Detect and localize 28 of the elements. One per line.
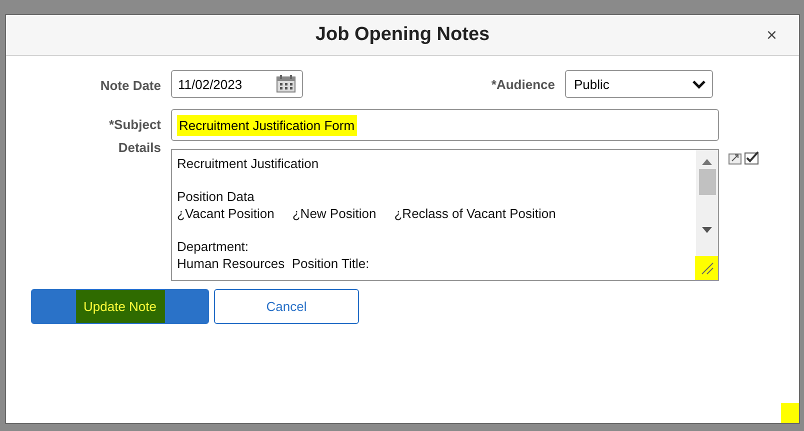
scroll-thumb[interactable] (698, 169, 716, 195)
calendar-icon[interactable] (276, 75, 296, 93)
resize-grip[interactable] (695, 256, 718, 280)
date-value: 11/02/2023 (178, 76, 242, 92)
update-button[interactable]: Update Note (31, 289, 209, 324)
details-paragraph: Recruitment Justification (177, 156, 320, 173)
details-field[interactable]: Recruitment Justification Position Data ¿Vacant Position ¿New Position ¿Reclass of Vacant Position Department: Human Resources Position Title: (171, 149, 719, 281)
chevron-down-icon (692, 80, 706, 88)
scroll-down-icon[interactable] (702, 227, 712, 233)
field-label: *Subject (108, 116, 162, 132)
details-paragraph: Department: Human Resources Position Title: (177, 238, 370, 272)
cancel-button[interactable]: Cancel (214, 289, 359, 324)
details-paragraph: Position Data ¿Vacant Position ¿New Position ¿Reclass of Vacant Position (177, 189, 557, 222)
resize-lines-icon (700, 261, 714, 275)
scroll-up-icon[interactable] (702, 159, 712, 165)
field-label: Note Date (99, 77, 162, 93)
field-label: Details (117, 140, 162, 155)
scrollbar[interactable] (696, 150, 718, 280)
field-label: *Audience (490, 76, 556, 92)
select-value: Public (574, 76, 610, 92)
resize-grip[interactable] (781, 403, 799, 423)
audience-select[interactable]: Public (565, 70, 713, 98)
subject-value: Recruitment Justification Form (177, 114, 357, 136)
close-button[interactable]: × (764, 25, 779, 46)
subject-field[interactable]: Recruitment Justification Form (171, 109, 719, 141)
expand-edit-icon[interactable] (728, 151, 760, 165)
dialog-title: Job Opening Notes (315, 24, 490, 46)
date-field[interactable]: 11/02/2023 (171, 70, 303, 98)
